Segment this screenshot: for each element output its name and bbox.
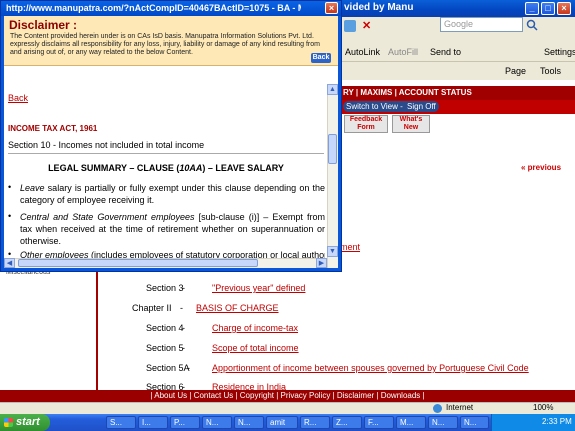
heading-pre: LEGAL SUMMARY – CLAUSE ( bbox=[48, 163, 180, 173]
autolink-button[interactable]: AutoLink bbox=[345, 47, 380, 57]
bullet-paragraph: Leave salary is partially or fully exemp… bbox=[20, 182, 325, 206]
previous-link[interactable]: « previous bbox=[521, 163, 561, 172]
scroll-left-icon[interactable]: ◀ bbox=[4, 258, 15, 268]
disclaimer-title: Disclaimer : bbox=[9, 18, 78, 32]
act-title: INCOME TAX ACT, 1961 bbox=[8, 124, 98, 133]
section-label: Section 5A bbox=[146, 363, 190, 373]
popup-close-icon[interactable]: × bbox=[325, 2, 338, 14]
settings-button[interactable]: Settings bbox=[544, 47, 575, 57]
taskbar-item[interactable]: R... bbox=[300, 416, 330, 429]
taskbar-item[interactable]: amit bbox=[266, 416, 298, 429]
bullet-icon: • bbox=[8, 182, 12, 192]
close-icon[interactable]: × bbox=[557, 2, 571, 15]
clock: 2:33 PM bbox=[542, 417, 572, 426]
summary-heading: LEGAL SUMMARY – CLAUSE (10AA) – LEAVE SA… bbox=[8, 163, 324, 173]
zoom-level[interactable]: 100% bbox=[533, 403, 553, 412]
scroll-right-icon[interactable]: ▶ bbox=[316, 258, 327, 268]
bullet-text: salary is partially or fully exempt unde… bbox=[20, 183, 325, 205]
section-line: Section 10 - Incomes not included in tot… bbox=[8, 140, 205, 150]
heading-post: ) – LEAVE SALARY bbox=[202, 163, 284, 173]
minimize-icon[interactable]: _ bbox=[525, 2, 539, 15]
section-label: Section 4 bbox=[146, 323, 184, 333]
heading-clause: 10AA bbox=[179, 163, 203, 173]
taskbar-item[interactable]: I... bbox=[138, 416, 168, 429]
bullet-paragraph: Central and State Government employees [… bbox=[20, 211, 325, 247]
footer-links[interactable]: | About Us | Contact Us | Copyright | Pr… bbox=[0, 390, 575, 402]
stop-icon[interactable]: ✕ bbox=[362, 20, 374, 32]
feedback-button[interactable]: Feedback Form bbox=[344, 115, 388, 133]
taskbar-item[interactable]: F... bbox=[364, 416, 394, 429]
back-link[interactable]: Back bbox=[8, 93, 28, 103]
divider bbox=[8, 153, 324, 154]
tools-menu[interactable]: Tools bbox=[540, 66, 561, 76]
bullet-icon: • bbox=[8, 211, 12, 221]
page-menu[interactable]: Page bbox=[505, 66, 526, 76]
section-label: Section 5 bbox=[146, 343, 184, 353]
taskbar-item[interactable]: N... bbox=[428, 416, 458, 429]
vertical-scroll-thumb[interactable] bbox=[328, 134, 337, 164]
bullet-em: Central and State Government employees bbox=[20, 212, 195, 222]
section-dash: - bbox=[182, 343, 185, 353]
disclaimer-back-button[interactable]: Back bbox=[311, 53, 331, 63]
globe-icon bbox=[433, 404, 442, 413]
whats-new-button[interactable]: What's New bbox=[392, 115, 430, 133]
section-link[interactable]: BASIS OF CHARGE bbox=[196, 303, 279, 313]
autofill-button[interactable]: AutoFill bbox=[388, 47, 418, 57]
search-icon[interactable] bbox=[526, 19, 538, 31]
scroll-up-icon[interactable]: ▲ bbox=[327, 84, 338, 95]
bullet-text: (includes employees of statutory corpora… bbox=[88, 250, 325, 258]
previous-label: previous bbox=[527, 163, 562, 172]
bullet-em: Other employees bbox=[20, 250, 89, 258]
scroll-down-icon[interactable]: ▼ bbox=[327, 246, 338, 257]
switch-view-button[interactable]: Switch to View - II bbox=[343, 101, 413, 112]
taskbar-item[interactable]: N... bbox=[234, 416, 264, 429]
refresh-icon[interactable] bbox=[344, 20, 356, 32]
sendto-button[interactable]: Send to bbox=[430, 47, 461, 57]
section-label: Section 3 bbox=[146, 283, 184, 293]
section-dash: - bbox=[182, 283, 185, 293]
section-link[interactable]: "Previous year" defined bbox=[212, 283, 305, 293]
taskbar-item[interactable]: M... bbox=[396, 416, 426, 429]
bullet-icon: • bbox=[8, 249, 12, 259]
section-dash: - bbox=[180, 303, 183, 313]
section-link[interactable]: Charge of income-tax bbox=[212, 323, 298, 333]
content-link[interactable]: ment bbox=[340, 242, 360, 252]
windows-logo-icon bbox=[4, 418, 13, 427]
section-link[interactable]: Scope of total income bbox=[212, 343, 299, 353]
horizontal-scroll-thumb[interactable] bbox=[18, 259, 258, 267]
taskbar-item[interactable]: N... bbox=[460, 416, 489, 429]
taskbar-item[interactable]: S... bbox=[106, 416, 136, 429]
section-dash: - bbox=[187, 363, 190, 373]
bullet-em: Leave bbox=[20, 183, 45, 193]
signoff-button[interactable]: Sign Off bbox=[404, 101, 439, 112]
popup-title: http://www.manupatra.com/?nActCompID=404… bbox=[6, 3, 301, 13]
bullet-paragraph: Other employees (includes employees of s… bbox=[20, 249, 325, 258]
top-menu[interactable]: RY | MAXIMS | ACCOUNT STATUS bbox=[340, 86, 575, 100]
vertical-scrollbar[interactable] bbox=[327, 84, 338, 268]
search-input[interactable]: Google bbox=[440, 17, 523, 32]
status-bar bbox=[0, 402, 575, 414]
browser-window-title: vided by Manu bbox=[344, 2, 414, 13]
section-label: Chapter II bbox=[132, 303, 172, 313]
disclaimer-text: The Content provided herein under is on … bbox=[10, 33, 320, 56]
section-dash: - bbox=[182, 323, 185, 333]
maximize-icon[interactable]: □ bbox=[541, 2, 555, 15]
section-link[interactable]: Apportionment of income between spouses … bbox=[212, 363, 529, 373]
taskbar-item[interactable]: N... bbox=[202, 416, 232, 429]
taskbar-item[interactable]: P... bbox=[170, 416, 200, 429]
zone-label: Internet bbox=[446, 403, 474, 412]
taskbar-item[interactable]: Z... bbox=[332, 416, 362, 429]
